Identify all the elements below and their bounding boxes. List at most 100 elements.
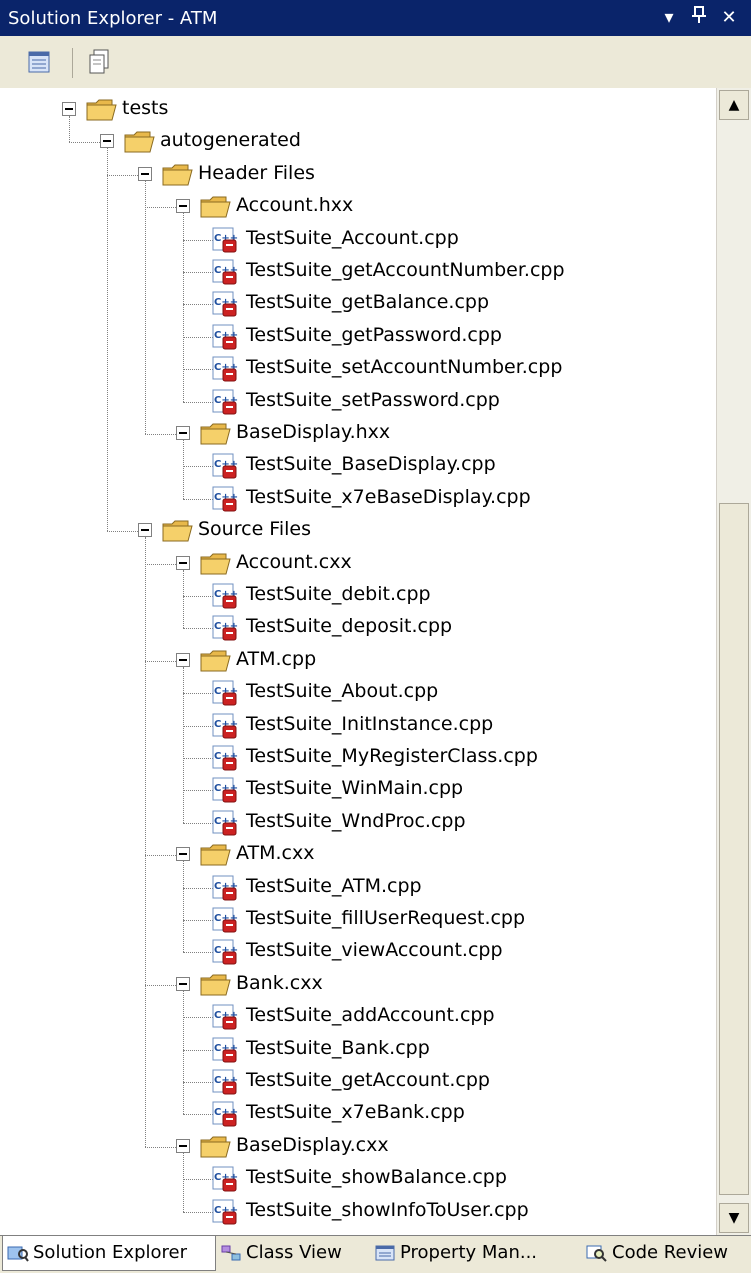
folder-icon: [200, 844, 232, 866]
collapse-icon[interactable]: [176, 847, 190, 862]
tree-node-label: TestSuite_About.cpp: [246, 680, 439, 703]
tree-file-node[interactable]: C++ TestSuite_BaseDisplay.cpp: [0, 450, 716, 482]
tree-connector: [145, 1146, 176, 1148]
tree-file-node[interactable]: C++ TestSuite_deposit.cpp: [0, 612, 716, 644]
pin-icon[interactable]: [686, 5, 712, 31]
folder-icon: [200, 650, 232, 672]
tree-file-node[interactable]: C++ TestSuite_WinMain.cpp: [0, 774, 716, 806]
collapse-icon[interactable]: [62, 102, 76, 116]
cpp-file-icon: C++: [210, 777, 238, 803]
tree-node-label: TestSuite_Bank.cpp: [246, 1036, 430, 1059]
tree-file-node[interactable]: C++ TestSuite_WndProc.cpp: [0, 807, 716, 839]
tree-file-node[interactable]: C++ TestSuite_getPassword.cpp: [0, 321, 716, 353]
tree-node-label: TestSuite_x7eBaseDisplay.cpp: [246, 485, 531, 508]
tree-file-node[interactable]: C++ TestSuite_setPassword.cpp: [0, 386, 716, 418]
arrow-up-icon: ▲: [728, 97, 740, 113]
tree-file-node[interactable]: C++ TestSuite_Bank.cpp: [0, 1034, 716, 1066]
scroll-down-button[interactable]: ▼: [719, 1203, 749, 1233]
tree-file-node[interactable]: C++ TestSuite_getAccountNumber.cpp: [0, 256, 716, 288]
collapse-icon[interactable]: [138, 166, 152, 181]
cpp-file-icon: C++: [210, 1101, 238, 1127]
tab-property-manager[interactable]: Property Man...: [370, 1236, 544, 1270]
tree-folder-node[interactable]: ATM.cxx: [0, 839, 716, 871]
tree-node-label: TestSuite_getAccount.cpp: [246, 1069, 490, 1091]
tree-node-label: tests: [122, 97, 169, 119]
folder-icon: [200, 423, 232, 445]
properties-icon[interactable]: [26, 48, 54, 76]
title-bar[interactable]: Solution Explorer - ATM ▾ ✕: [0, 0, 751, 36]
folder-icon: [162, 520, 194, 542]
dropdown-icon[interactable]: ▾: [656, 5, 682, 31]
show-all-files-icon[interactable]: [86, 48, 114, 76]
tree-node-label: TestSuite_WndProc.cpp: [246, 809, 466, 832]
tab-strip: Solution Explorer Class View Property Ma…: [0, 1235, 751, 1273]
tree-node-label: TestSuite_getPassword.cpp: [246, 323, 502, 346]
collapse-icon[interactable]: [176, 426, 190, 440]
tree-file-node[interactable]: C++ TestSuite_debit.cpp: [0, 580, 716, 612]
tree-node-label: ATM.cxx: [236, 842, 315, 865]
collapse-icon[interactable]: [176, 652, 190, 667]
tree-node-label: TestSuite_Account.cpp: [246, 226, 459, 249]
collapse-icon[interactable]: [176, 555, 190, 570]
tree-node-label: BaseDisplay.hxx: [236, 421, 391, 443]
collapse-icon[interactable]: [138, 523, 152, 538]
tree-node-label: TestSuite_WinMain.cpp: [246, 777, 464, 800]
collapse-icon[interactable]: [176, 199, 190, 214]
tab-label: Property Man...: [400, 1242, 538, 1263]
tab-code-review[interactable]: Code Review: [582, 1236, 748, 1270]
tree-folder-node[interactable]: Bank.cxx: [0, 969, 716, 1001]
folder-icon: [86, 99, 118, 121]
tree-file-node[interactable]: C++ TestSuite_getBalance.cpp: [0, 288, 716, 320]
tree-node-label: TestSuite_setPassword.cpp: [246, 388, 500, 411]
tree-node-label: TestSuite_viewAccount.cpp: [246, 939, 503, 962]
cpp-file-icon: C++: [210, 324, 238, 350]
tree-file-node[interactable]: C++ TestSuite_showBalance.cpp: [0, 1163, 716, 1195]
cpp-file-icon: C++: [210, 713, 238, 739]
tree-folder-node[interactable]: Header Files: [0, 159, 716, 191]
tree-file-node[interactable]: C++ TestSuite_viewAccount.cpp: [0, 936, 716, 968]
tree-file-node[interactable]: C++ TestSuite_showInfoToUser.cpp: [0, 1196, 716, 1228]
tree-file-node[interactable]: C++ TestSuite_getAccount.cpp: [0, 1066, 716, 1098]
solution-explorer-icon: [7, 1244, 29, 1262]
toolbar: [0, 36, 751, 89]
tree-folder-node[interactable]: Account.cxx: [0, 548, 716, 580]
tree-file-node[interactable]: C++ TestSuite_x7eBank.cpp: [0, 1098, 716, 1130]
vertical-scrollbar[interactable]: ▲ ▼: [716, 88, 751, 1235]
class-view-icon: [220, 1244, 242, 1262]
tree-folder-node[interactable]: Source Files: [0, 515, 716, 547]
tree-file-node[interactable]: C++ TestSuite_setAccountNumber.cpp: [0, 353, 716, 385]
solution-tree[interactable]: tests autogenerated Header Files Account.hx…: [0, 88, 716, 1235]
tree-file-node[interactable]: C++ TestSuite_About.cpp: [0, 677, 716, 709]
collapse-icon[interactable]: [100, 134, 114, 149]
tree-connector: [145, 855, 176, 857]
folder-icon: [124, 131, 156, 153]
tree-folder-node[interactable]: autogenerated: [0, 126, 716, 158]
tree-file-node[interactable]: C++ TestSuite_Account.cpp: [0, 224, 716, 256]
tree-file-node[interactable]: C++ TestSuite_fillUserRequest.cpp: [0, 904, 716, 936]
tree-folder-node[interactable]: BaseDisplay.cxx: [0, 1131, 716, 1163]
tree-file-node[interactable]: C++ TestSuite_ATM.cpp: [0, 872, 716, 904]
window-title: Solution Explorer - ATM: [8, 8, 218, 29]
tree-file-node[interactable]: C++ TestSuite_InitInstance.cpp: [0, 710, 716, 742]
cpp-file-icon: C++: [210, 1166, 238, 1192]
scroll-thumb[interactable]: [719, 503, 749, 1195]
tab-class-view[interactable]: Class View: [216, 1236, 368, 1270]
tree-file-node[interactable]: C++ TestSuite_x7eBaseDisplay.cpp: [0, 483, 716, 515]
tree-file-node[interactable]: C++ TestSuite_MyRegisterClass.cpp: [0, 742, 716, 774]
close-icon[interactable]: ✕: [716, 5, 742, 31]
tree-node-label: Header Files: [198, 161, 315, 184]
cpp-file-icon: C++: [210, 227, 238, 253]
tree-file-node[interactable]: C++ TestSuite_addAccount.cpp: [0, 1001, 716, 1033]
tree-folder-node[interactable]: tests: [0, 94, 716, 126]
scroll-up-button[interactable]: ▲: [719, 90, 749, 120]
toolbar-separator: [72, 48, 73, 78]
tree-folder-node[interactable]: ATM.cpp: [0, 645, 716, 677]
collapse-icon[interactable]: [176, 1138, 190, 1153]
tab-solution-explorer[interactable]: Solution Explorer: [2, 1236, 216, 1271]
cpp-file-icon: C++: [210, 680, 238, 706]
tree-node-label: Account.cxx: [236, 550, 352, 573]
tree-folder-node[interactable]: BaseDisplay.hxx: [0, 418, 716, 450]
tree-folder-node[interactable]: Account.hxx: [0, 191, 716, 223]
cpp-file-icon: C++: [210, 1199, 238, 1225]
collapse-icon[interactable]: [176, 976, 190, 991]
